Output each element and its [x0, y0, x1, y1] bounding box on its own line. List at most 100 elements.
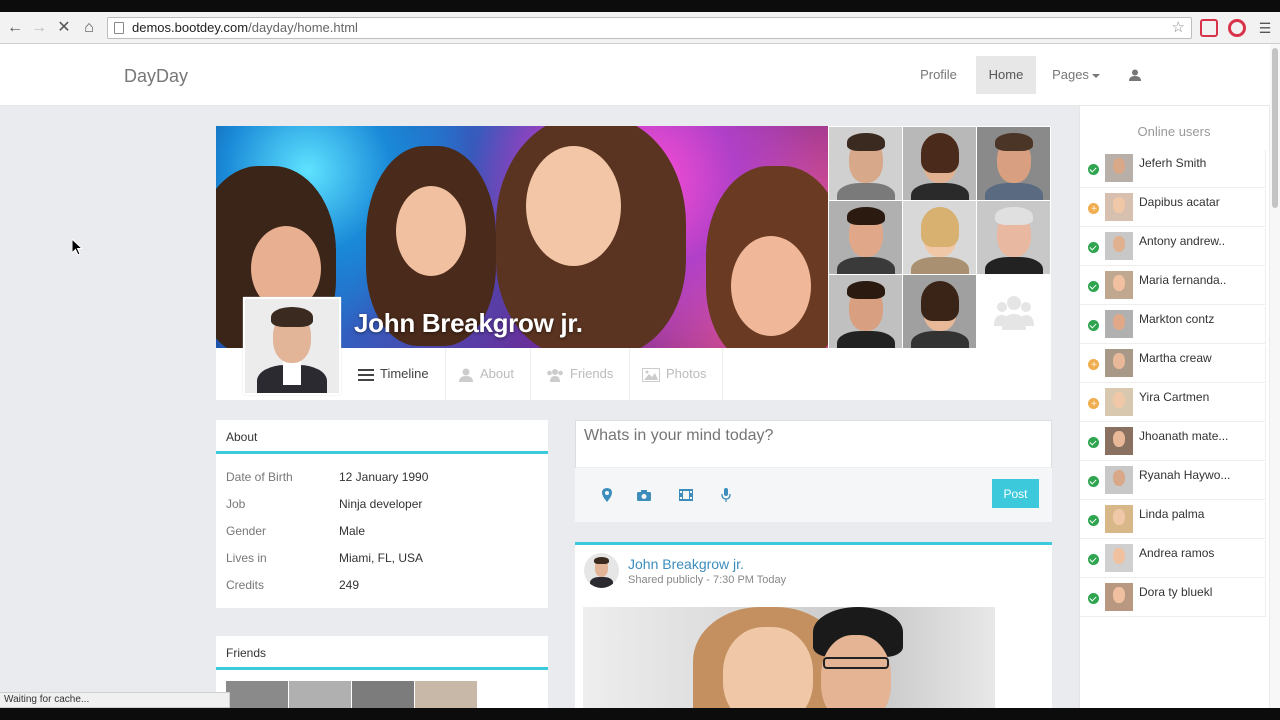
friend-photo[interactable]: [903, 275, 976, 348]
tab-timeline[interactable]: Timeline: [342, 348, 446, 400]
url-host: demos.bootdey.com: [132, 20, 249, 35]
online-user-item[interactable]: Andrea ramos: [1080, 540, 1266, 578]
friend-thumbnail[interactable]: [289, 681, 351, 711]
film-icon[interactable]: [679, 488, 693, 502]
profile-avatar[interactable]: [243, 297, 341, 395]
tab-friends[interactable]: Friends: [530, 348, 631, 400]
avatar: [1105, 349, 1133, 377]
about-value: Miami, FL, USA: [339, 551, 424, 565]
back-icon[interactable]: ←: [5, 18, 25, 38]
tab-friends-label: Friends: [570, 366, 614, 381]
avatar: [1105, 544, 1133, 572]
list-icon: [358, 368, 374, 381]
site-navbar: DayDay Profile Home Pages: [0, 44, 1270, 106]
nav-pages-label: Pages: [1052, 67, 1089, 82]
friend-photo[interactable]: [903, 201, 976, 274]
online-user-item[interactable]: Yira Cartmen: [1080, 384, 1266, 422]
camera-icon[interactable]: [637, 488, 651, 502]
about-value: Male: [339, 524, 366, 538]
online-status-icon: [1088, 554, 1099, 565]
post-button[interactable]: Post: [992, 479, 1039, 508]
profile-name: John Breakgrow jr.: [354, 308, 583, 338]
map-marker-icon[interactable]: [600, 488, 614, 502]
caret-down-icon: [1091, 73, 1100, 78]
user-icon[interactable]: [1129, 69, 1141, 81]
avatar: [1105, 466, 1133, 494]
nav-profile[interactable]: Profile: [911, 44, 966, 94]
avatar: [1105, 310, 1133, 338]
stop-icon[interactable]: ✕: [54, 18, 74, 38]
online-status-icon: [1088, 593, 1099, 604]
online-user-name: Martha creaw: [1139, 351, 1212, 365]
friend-thumbnail[interactable]: [352, 681, 414, 711]
browser-status-bar: Waiting for cache...: [0, 692, 230, 708]
online-user-name: Markton contz: [1139, 312, 1215, 326]
nav-pages[interactable]: Pages: [1046, 44, 1106, 94]
about-card: About Date of Birth 12 January 1990 Job Ni…: [216, 420, 548, 608]
opera-icon[interactable]: [1228, 19, 1246, 37]
about-key: Job: [226, 497, 246, 511]
post-author-name[interactable]: John Breakgrow jr.: [628, 556, 744, 572]
friend-photo[interactable]: [977, 127, 1050, 200]
online-user-item[interactable]: Jeferh Smith: [1080, 150, 1266, 188]
about-key: Gender: [226, 524, 267, 538]
online-user-name: Maria fernanda..: [1139, 273, 1227, 287]
online-user-item[interactable]: Maria fernanda..: [1080, 267, 1266, 305]
status-tools: [575, 468, 1052, 522]
users-placeholder-icon: [994, 296, 1034, 330]
friend-photo[interactable]: [977, 201, 1050, 274]
avatar: [1105, 232, 1133, 260]
post-image[interactable]: [583, 607, 995, 712]
tab-photos[interactable]: Photos: [626, 348, 724, 400]
online-user-item[interactable]: Antony andrew..: [1080, 228, 1266, 266]
browser-toolbar: ← → ✕ ⌂ demos.bootdey.com/dayday/home.ht…: [0, 12, 1280, 44]
about-value: Ninja developer: [339, 497, 423, 511]
os-top-bar: [0, 0, 1280, 12]
address-bar[interactable]: demos.bootdey.com/dayday/home.html ☆: [107, 17, 1192, 39]
online-user-name: Yira Cartmen: [1139, 390, 1210, 404]
home-icon[interactable]: ⌂: [79, 18, 99, 38]
online-user-item[interactable]: Dapibus acatar: [1080, 189, 1266, 227]
online-user-item[interactable]: Jhoanath mate...: [1080, 423, 1266, 461]
about-value: 12 January 1990: [339, 470, 429, 484]
status-input[interactable]: [575, 420, 1052, 468]
about-value: 249: [339, 578, 360, 592]
avatar: [1105, 154, 1133, 182]
online-user-name: Dapibus acatar: [1139, 195, 1220, 209]
bookmark-star-icon[interactable]: ☆: [1172, 18, 1185, 38]
post-author-avatar[interactable]: [584, 553, 619, 588]
online-user-item[interactable]: Markton contz: [1080, 306, 1266, 344]
extension-icon[interactable]: [1200, 19, 1218, 37]
friend-photo[interactable]: [903, 127, 976, 200]
tab-about[interactable]: About: [442, 348, 531, 400]
friend-thumbnail[interactable]: [226, 681, 288, 711]
online-status-icon: [1088, 476, 1099, 487]
menu-icon[interactable]: ☰: [1255, 18, 1275, 38]
mouse-cursor-icon: [72, 239, 84, 256]
page-icon: [114, 22, 124, 34]
avatar: [1105, 193, 1133, 221]
nav-home[interactable]: Home: [976, 56, 1036, 94]
avatar: [1105, 388, 1133, 416]
brand-logo[interactable]: DayDay: [124, 66, 188, 87]
microphone-icon[interactable]: [719, 488, 733, 502]
online-user-item[interactable]: Linda palma: [1080, 501, 1266, 539]
friend-thumbnail[interactable]: [415, 681, 477, 711]
tab-about-label: About: [480, 366, 514, 381]
online-user-name: Jeferh Smith: [1139, 156, 1207, 170]
page-scrollbar[interactable]: [1270, 44, 1280, 712]
friend-photo[interactable]: [829, 127, 902, 200]
friend-photo[interactable]: [829, 275, 902, 348]
online-user-item[interactable]: Martha creaw: [1080, 345, 1266, 383]
scrollbar-thumb[interactable]: [1272, 48, 1278, 208]
image-icon: [642, 367, 660, 382]
avatar: [1105, 271, 1133, 299]
avatar: [1105, 505, 1133, 533]
online-status-icon: [1088, 437, 1099, 448]
forward-icon[interactable]: →: [29, 18, 49, 38]
online-user-item[interactable]: Ryanah Haywo...: [1080, 462, 1266, 500]
online-user-item[interactable]: Dora ty bluekl: [1080, 579, 1266, 617]
online-status-icon: [1088, 281, 1099, 292]
friend-photo[interactable]: [829, 201, 902, 274]
status-update-box: [575, 420, 1052, 522]
